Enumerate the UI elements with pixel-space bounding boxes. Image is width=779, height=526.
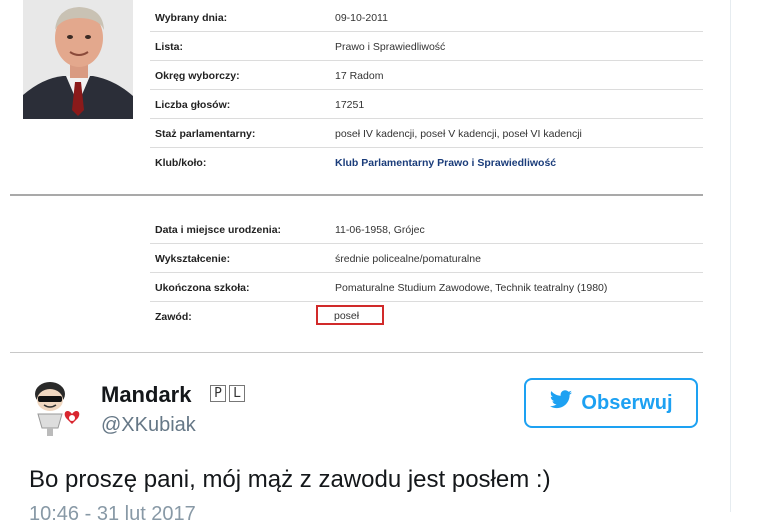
detail-value: 17251 [335,99,365,111]
tweet-card: Mandark P L @XKubiak Obserwuj Bo proszę … [0,356,730,525]
mp-portrait-photo [23,0,133,119]
tweet-text: Bo proszę pani, mój mąż z zawodu jest po… [29,466,551,493]
detail-label: Wybrany dnia: [155,12,228,24]
detail-row: Data i miejsce urodzenia: 11-06-1958, Gr… [150,215,703,244]
club-link[interactable]: Klub Parlamentarny Prawo i Sprawiedliwoś… [335,157,556,169]
detail-value: 11-06-1958, Grójec [335,224,425,236]
detail-row: Liczba głosów: 17251 [150,90,703,119]
tweet-timestamp[interactable]: 10:46 - 31 lut 2017 [29,503,196,526]
detail-label: Zawód: [155,311,192,323]
detail-row: Klub/koło: Klub Parlamentarny Prawo i Sp… [150,148,703,176]
mp-details-bottom: Data i miejsce urodzenia: 11-06-1958, Gr… [150,215,703,330]
highlight-box: poseł [316,305,384,325]
detail-label: Ukończona szkoła: [155,282,250,294]
detail-label: Okręg wyborczy: [155,70,240,82]
detail-label: Lista: [155,41,184,53]
detail-label: Liczba głosów: [155,99,231,111]
detail-row: Staż parlamentarny: poseł IV kadencji, p… [150,119,703,148]
detail-value: Pomaturalne Studium Zawodowe, Technik te… [335,282,608,294]
detail-label: Klub/koło: [155,157,207,169]
avatar[interactable] [28,378,86,438]
mp-details-top: Wybrany dnia: 09-10-2011 Lista: Prawo i … [150,3,703,176]
detail-value: 17 Radom [335,70,384,82]
flag-letter-p: P [210,385,226,402]
section-divider [10,352,703,353]
detail-value: poseł IV kadencji, poseł V kadencji, pos… [335,128,582,140]
author-name[interactable]: Mandark [101,382,191,408]
screenshot-card: Wybrany dnia: 09-10-2011 Lista: Prawo i … [0,0,731,525]
detail-value-profession: poseł [334,310,360,322]
detail-value: średnie policealne/pomaturalne [335,253,481,265]
twitter-bird-icon [549,390,573,416]
detail-row: Lista: Prawo i Sprawiedliwość [150,32,703,61]
author-handle[interactable]: @XKubiak [101,414,196,437]
detail-row: Ukończona szkoła: Pomaturalne Studium Za… [150,273,703,302]
section-divider [10,194,703,196]
detail-row: Zawód: poseł [150,302,703,330]
detail-value: 09-10-2011 [335,12,388,24]
detail-value: Prawo i Sprawiedliwość [335,41,446,53]
detail-row: Wykształcenie: średnie policealne/pomatu… [150,244,703,273]
detail-label: Data i miejsce urodzenia: [155,224,282,236]
detail-label: Wykształcenie: [155,253,231,265]
follow-label: Obserwuj [581,391,673,414]
follow-button[interactable]: Obserwuj [524,378,698,428]
page-background [731,0,779,512]
detail-row: Okręg wyborczy: 17 Radom [150,61,703,90]
detail-row: Wybrany dnia: 09-10-2011 [150,3,703,32]
flag-letter-l: L [229,385,245,402]
detail-label: Staż parlamentarny: [155,128,256,140]
